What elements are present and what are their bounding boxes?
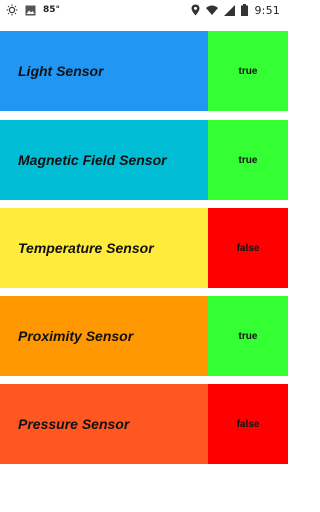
sensor-row-temperature: Temperature Sensor false — [0, 208, 288, 288]
sensor-row-light: Light Sensor true — [0, 31, 288, 111]
sensor-value-temperature: false — [208, 208, 288, 288]
location-icon — [191, 4, 200, 16]
sensor-row-magnetic-field: Magnetic Field Sensor true — [0, 120, 288, 200]
sun-icon — [6, 4, 18, 16]
sensor-name-magnetic-field: Magnetic Field Sensor — [0, 120, 208, 200]
signal-icon — [224, 4, 236, 16]
sensor-value-light: true — [208, 31, 288, 111]
status-bar: 85° 9:51 — [0, 0, 288, 20]
image-icon — [25, 5, 36, 16]
wifi-icon — [206, 5, 219, 15]
battery-icon — [241, 4, 249, 16]
temperature-text: 85° — [43, 5, 61, 15]
clock-time: 9:51 — [254, 3, 280, 17]
sensor-value-pressure: false — [208, 384, 288, 464]
sensor-value-magnetic-field: true — [208, 120, 288, 200]
sensor-name-temperature: Temperature Sensor — [0, 208, 208, 288]
sensor-name-light: Light Sensor — [0, 31, 208, 111]
sensor-value-proximity: true — [208, 296, 288, 376]
sensor-name-pressure: Pressure Sensor — [0, 384, 208, 464]
sensor-row-pressure: Pressure Sensor false — [0, 384, 288, 464]
sensor-row-proximity: Proximity Sensor true — [0, 296, 288, 376]
sensor-name-proximity: Proximity Sensor — [0, 296, 208, 376]
